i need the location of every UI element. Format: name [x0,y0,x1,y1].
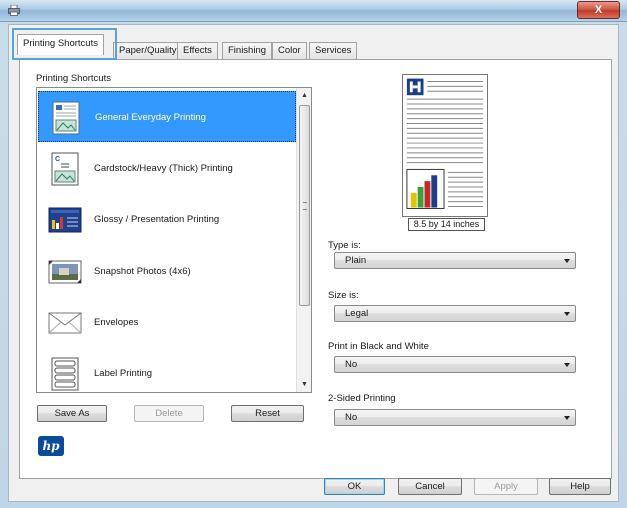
list-item-label: Cardstock/Heavy (Thick) Printing [94,163,233,174]
tab-focus-ring [12,28,117,60]
paper-type-dropdown[interactable]: Plain [334,252,576,269]
document-icon [52,101,80,135]
chevron-down-icon [564,416,570,420]
cardstock-icon: C [51,152,79,186]
bw-label: Print in Black and White [328,341,429,352]
list-item-label: Glossy / Presentation Printing [94,214,220,225]
list-item-label: Envelopes [94,317,139,328]
tab-services[interactable]: Services [309,42,358,59]
page-preview [402,74,488,217]
scroll-down-arrow-icon[interactable]: ▼ [297,377,311,392]
tab-effects[interactable]: Effects [177,42,218,59]
list-item[interactable]: Snapshot Photos (4x6) [38,246,296,297]
photo-icon [48,260,82,284]
list-item[interactable]: General Everyday Printing [38,91,296,142]
close-button[interactable]: X [577,1,620,19]
dropdown-value: No [345,359,358,370]
list-item[interactable]: Label Printing [38,348,296,392]
title-bar: X [0,0,627,22]
list-item-label: Label Printing [94,368,153,379]
chevron-down-icon [564,363,570,367]
svg-text:C: C [55,156,60,163]
shortcuts-list[interactable]: General Everyday Printing C Cardstock/He… [36,87,312,393]
scroll-up-arrow-icon[interactable]: ▲ [297,88,311,103]
list-scrollbar[interactable]: ▲ ▼ [296,88,311,392]
cancel-button[interactable]: Cancel [398,478,462,495]
scrollbar-thumb[interactable] [299,105,310,306]
labels-icon [51,357,79,391]
grip-icon [303,202,307,210]
black-white-dropdown[interactable]: No [334,356,576,373]
list-item-label: Snapshot Photos (4x6) [94,266,191,277]
paper-size-label: 8.5 by 14 inches [408,218,485,231]
paper-size-dropdown[interactable]: Legal [334,305,576,322]
list-item[interactable]: Envelopes [38,297,296,348]
size-label: Size is: [328,290,359,301]
dropdown-value: No [345,412,358,423]
list-item-label: General Everyday Printing [95,112,206,123]
envelope-icon [48,312,82,334]
list-item[interactable]: C Cardstock/Heavy (Thick) Printing [38,143,296,194]
ok-button[interactable]: OK [324,478,385,495]
hp-logo: hp [38,436,64,456]
tab-paper-quality[interactable]: Paper/Quality [113,42,183,59]
type-label: Type is: [328,240,361,251]
save-as-button[interactable]: Save As [37,405,107,422]
apply-button[interactable]: Apply [474,478,538,495]
chevron-down-icon [564,259,570,263]
printer-icon [8,5,20,16]
delete-button[interactable]: Delete [134,405,204,422]
dropdown-value: Legal [345,308,369,319]
presentation-icon [48,207,82,233]
two-sided-dropdown[interactable]: No [334,409,576,426]
help-button[interactable]: Help [549,478,611,495]
tab-color[interactable]: Color [272,42,307,59]
shortcuts-heading: Printing Shortcuts [36,73,111,84]
reset-button[interactable]: Reset [231,405,304,422]
chevron-down-icon [564,312,570,316]
dropdown-value: Plain [345,255,367,266]
duplex-label: 2-Sided Printing [328,393,396,404]
tab-finishing[interactable]: Finishing [222,42,273,59]
list-item[interactable]: Glossy / Presentation Printing [38,194,296,245]
